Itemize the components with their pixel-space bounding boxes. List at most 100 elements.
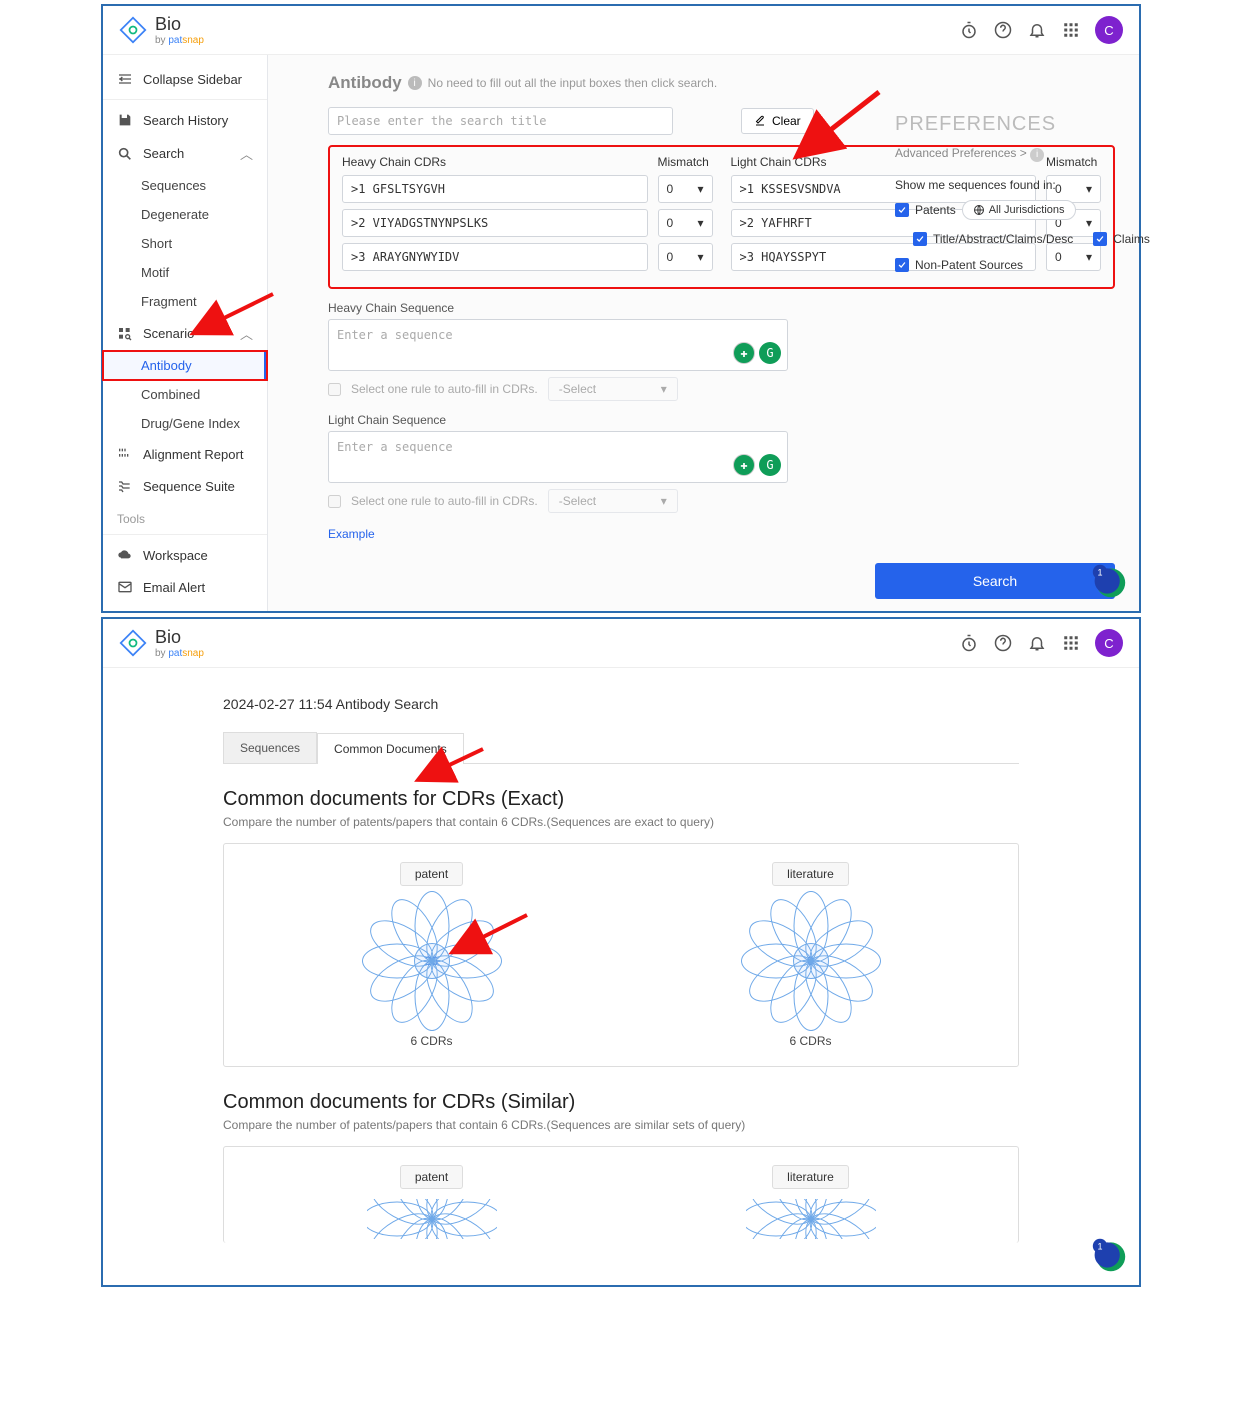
heavy-cdr2-input[interactable] [342, 209, 648, 237]
search-title-input[interactable] [328, 107, 673, 135]
heavy-mm1-select[interactable]: 0▾ [658, 175, 713, 203]
claims-checkbox[interactable] [1093, 232, 1107, 246]
sidebar-sub-short[interactable]: Short [103, 229, 267, 258]
search-icon [117, 146, 133, 162]
sidebar-sub-druggene[interactable]: Drug/Gene Index [103, 409, 267, 438]
light-seq-textarea[interactable]: Enter a sequence ✚G [328, 431, 788, 483]
sidebar-item-history[interactable]: Search History [103, 104, 267, 136]
sidebar-item-suite[interactable]: Sequence Suite [103, 470, 267, 502]
tools-header: Tools [103, 502, 267, 530]
sidebar-sub-sequences[interactable]: Sequences [103, 171, 267, 200]
help-icon[interactable] [993, 633, 1013, 653]
sidebar-item-scenario[interactable]: Scenario ︿ [103, 316, 267, 351]
emailalert-label: Email Alert [143, 580, 253, 595]
light-autofill-label: Select one rule to auto-fill in CDRs. [351, 494, 538, 508]
bell-icon[interactable] [1027, 633, 1047, 653]
sidebar-item-workspace[interactable]: Workspace [103, 539, 267, 571]
exact-title: Common documents for CDRs (Exact) [223, 788, 1019, 811]
app-header: Bio by patsnap C [103, 6, 1139, 55]
light-autofill-select: -Select▾ [548, 489, 678, 513]
chevron-up-icon: ︿ [240, 144, 253, 163]
collapse-label: Collapse Sidebar [143, 72, 253, 87]
patent-column: patent 26 6 CDRs [242, 862, 621, 1048]
shield-icon[interactable]: ✚ [733, 342, 755, 364]
svg-text:1: 1 [1097, 568, 1102, 578]
heavy-autofill-label: Select one rule to auto-fill in CDRs. [351, 382, 538, 396]
sidebar-item-emailalert[interactable]: Email Alert [103, 571, 267, 603]
brand-subline: by patsnap [155, 35, 204, 46]
mail-icon [117, 579, 133, 595]
main-area: Antibody i No need to fill out all the i… [268, 55, 1139, 611]
similar-subtitle: Compare the number of patents/papers tha… [223, 1118, 1019, 1132]
advanced-prefs-link[interactable]: Advanced Preferences > i [895, 146, 1115, 162]
patent-flower-chart[interactable]: 26 [367, 896, 497, 1026]
page-hint: No need to fill out all the input boxes … [428, 76, 718, 90]
heavy-cdr1-input[interactable] [342, 175, 648, 203]
heavy-cdr3-input[interactable] [342, 243, 648, 271]
globe-icon [973, 204, 985, 216]
search-panel: Bio by patsnap C Collapse Sidebar Search… [101, 4, 1141, 613]
bell-icon[interactable] [1027, 20, 1047, 40]
eraser-icon [754, 115, 766, 127]
history-label: Search History [143, 113, 253, 128]
nonpatent-checkbox[interactable] [895, 258, 909, 272]
mismatch-header: Mismatch [658, 155, 713, 169]
heavy-cdr-header: Heavy Chain CDRs [342, 155, 648, 169]
stopwatch-icon[interactable] [959, 20, 979, 40]
chat-widget[interactable]: 1 [1091, 1237, 1127, 1273]
heavy-cdr-column: Heavy Chain CDRs Mismatch 0▾ 0▾ 0▾ [342, 155, 713, 277]
info-icon[interactable]: i [408, 76, 422, 90]
heavy-autofill-select: -Select▾ [548, 377, 678, 401]
jurisdictions-pill[interactable]: All Jurisdictions [962, 200, 1076, 220]
example-link[interactable]: Example [328, 527, 375, 541]
tab-sequences[interactable]: Sequences [223, 732, 317, 763]
results-tabs: Sequences Common Documents [223, 732, 1019, 764]
literature-flower-chart[interactable]: 0 [746, 896, 876, 1026]
stopwatch-icon[interactable] [959, 633, 979, 653]
tab-common-documents[interactable]: Common Documents [317, 733, 464, 764]
sidebar-sub-motif[interactable]: Motif [103, 258, 267, 287]
sidebar-sub-fragment[interactable]: Fragment [103, 287, 267, 316]
shield-icon[interactable]: ✚ [733, 454, 755, 476]
heavy-mm2-select[interactable]: 0▾ [658, 209, 713, 237]
brand: Bio by patsnap [119, 14, 204, 46]
help-icon[interactable] [993, 20, 1013, 40]
search-button[interactable]: Search [875, 563, 1115, 599]
literature-cdr-label: 6 CDRs [621, 1034, 1000, 1048]
apps-icon[interactable] [1061, 20, 1081, 40]
user-avatar[interactable]: C [1095, 629, 1123, 657]
heavy-mm3-select[interactable]: 0▾ [658, 243, 713, 271]
suite-icon [117, 478, 133, 494]
sidebar-item-alignment[interactable]: Alignment Report [103, 438, 267, 470]
light-seq-label: Light Chain Sequence [328, 413, 788, 427]
grammarly-icon[interactable]: G [759, 342, 781, 364]
heavy-seq-label: Heavy Chain Sequence [328, 301, 788, 315]
patent-tag2: patent [400, 1165, 463, 1189]
collapse-sidebar[interactable]: Collapse Sidebar [103, 63, 267, 95]
results-title: 2024-02-27 11:54 Antibody Search [223, 696, 1019, 712]
chat-widget[interactable]: 1 [1091, 563, 1127, 599]
sidebar-sub-combined[interactable]: Combined [103, 380, 267, 409]
heavy-seq-textarea[interactable]: Enter a sequence ✚G [328, 319, 788, 371]
found-in-label: Show me sequences found in: [895, 178, 1115, 192]
apps-icon[interactable] [1061, 633, 1081, 653]
sidebar: Collapse Sidebar Search History Search ︿… [103, 55, 268, 611]
collapse-icon [117, 71, 133, 87]
literature-flower-partial [746, 1199, 876, 1239]
grammarly-icon[interactable]: G [759, 454, 781, 476]
sidebar-sub-antibody[interactable]: Antibody [103, 351, 267, 380]
sidebar-item-search[interactable]: Search ︿ [103, 136, 267, 171]
cloud-icon [117, 547, 133, 563]
app-header2: Bio by patsnap C [103, 619, 1139, 668]
similar-results-box: patent literature [223, 1146, 1019, 1243]
svg-text:1: 1 [1097, 1242, 1102, 1252]
clear-button[interactable]: Clear [741, 108, 814, 134]
alignment-icon [117, 446, 133, 462]
tacd-checkbox[interactable] [913, 232, 927, 246]
workspace-label: Workspace [143, 548, 253, 563]
sidebar-sub-degenerate[interactable]: Degenerate [103, 200, 267, 229]
user-avatar[interactable]: C [1095, 16, 1123, 44]
literature-column: literature 0 6 CDRs [621, 862, 1000, 1048]
patents-checkbox[interactable] [895, 203, 909, 217]
prefs-title: PREFERENCES [895, 113, 1115, 136]
